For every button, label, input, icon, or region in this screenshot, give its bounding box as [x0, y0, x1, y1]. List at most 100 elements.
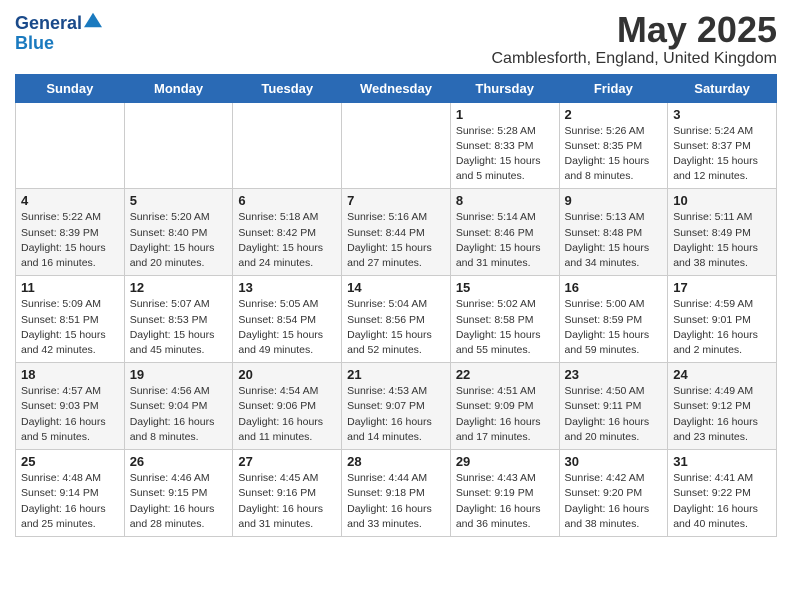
- calendar-cell: 7 Sunrise: 5:16 AMSunset: 8:44 PMDaylight…: [342, 189, 451, 276]
- day-number: 12: [130, 280, 228, 295]
- calendar-cell: 17 Sunrise: 4:59 AMSunset: 9:01 PMDayligh…: [668, 276, 777, 363]
- calendar-header-thursday: Thursday: [450, 74, 559, 102]
- calendar-cell: 9Sunrise: 5:13 AMSunset: 8:48 PMDaylight…: [559, 189, 668, 276]
- day-info: Sunrise: 5:14 AMSunset: 8:46 PMDaylight:…: [456, 210, 554, 271]
- day-info: Sunrise: 4:42 AMSunset: 9:20 PMDaylight:…: [565, 471, 663, 532]
- day-info: Sunrise: 4:49 AMSunset: 9:12 PMDaylight:…: [673, 384, 771, 445]
- day-info: Sunrise: 4:43 AMSunset: 9:19 PMDaylight:…: [456, 471, 554, 532]
- calendar-cell: 11 Sunrise: 5:09 AMSunset: 8:51 PMDayligh…: [16, 276, 125, 363]
- day-info: Sunrise: 4:57 AMSunset: 9:03 PMDaylight:…: [21, 384, 119, 445]
- day-info: Sunrise: 5:02 AMSunset: 8:58 PMDaylight:…: [456, 297, 554, 358]
- calendar-week-3: 11 Sunrise: 5:09 AMSunset: 8:51 PMDayligh…: [16, 276, 777, 363]
- calendar-cell: 31 Sunrise: 4:41 AMSunset: 9:22 PMDayligh…: [668, 450, 777, 537]
- day-info: Sunrise: 4:44 AMSunset: 9:18 PMDaylight:…: [347, 471, 445, 532]
- calendar-week-2: 4 Sunrise: 5:22 AMSunset: 8:39 PMDaylight…: [16, 189, 777, 276]
- day-number: 30: [565, 454, 663, 469]
- day-number: 24: [673, 367, 771, 382]
- day-number: 3: [673, 107, 771, 122]
- day-info: Sunrise: 4:50 AMSunset: 9:11 PMDaylight:…: [565, 384, 663, 445]
- day-info: Sunrise: 4:53 AMSunset: 9:07 PMDaylight:…: [347, 384, 445, 445]
- day-info: Sunrise: 4:56 AMSunset: 9:04 PMDaylight:…: [130, 384, 228, 445]
- day-number: 20: [238, 367, 336, 382]
- day-number: 19: [130, 367, 228, 382]
- calendar-header-monday: Monday: [124, 74, 233, 102]
- day-number: 27: [238, 454, 336, 469]
- month-title: May 2025: [492, 10, 778, 50]
- calendar-cell: 29 Sunrise: 4:43 AMSunset: 9:19 PMDayligh…: [450, 450, 559, 537]
- day-info: Sunrise: 5:28 AMSunset: 8:33 PMDaylight:…: [456, 124, 554, 185]
- calendar-week-1: 1 Sunrise: 5:28 AMSunset: 8:33 PMDaylight…: [16, 102, 777, 189]
- logo: General Blue: [15, 14, 102, 54]
- calendar-cell: 27 Sunrise: 4:45 AMSunset: 9:16 PMDayligh…: [233, 450, 342, 537]
- day-number: 8: [456, 193, 554, 208]
- day-number: 15: [456, 280, 554, 295]
- day-number: 29: [456, 454, 554, 469]
- calendar-cell: 26Sunrise: 4:46 AMSunset: 9:15 PMDayligh…: [124, 450, 233, 537]
- calendar-cell: 13 Sunrise: 5:05 AMSunset: 8:54 PMDayligh…: [233, 276, 342, 363]
- day-number: 31: [673, 454, 771, 469]
- day-info: Sunrise: 4:48 AMSunset: 9:14 PMDaylight:…: [21, 471, 119, 532]
- calendar-cell: 2 Sunrise: 5:26 AMSunset: 8:35 PMDaylight…: [559, 102, 668, 189]
- day-info: Sunrise: 5:05 AMSunset: 8:54 PMDaylight:…: [238, 297, 336, 358]
- calendar-cell: 14 Sunrise: 5:04 AMSunset: 8:56 PMDayligh…: [342, 276, 451, 363]
- day-number: 17: [673, 280, 771, 295]
- day-info: Sunrise: 5:22 AMSunset: 8:39 PMDaylight:…: [21, 210, 119, 271]
- day-number: 2: [565, 107, 663, 122]
- day-number: 6: [238, 193, 336, 208]
- calendar-cell: [342, 102, 451, 189]
- day-number: 4: [21, 193, 119, 208]
- calendar-body: 1 Sunrise: 5:28 AMSunset: 8:33 PMDaylight…: [16, 102, 777, 536]
- calendar-header-friday: Friday: [559, 74, 668, 102]
- day-info: Sunrise: 5:26 AMSunset: 8:35 PMDaylight:…: [565, 124, 663, 185]
- day-info: Sunrise: 4:46 AMSunset: 9:15 PMDaylight:…: [130, 471, 228, 532]
- day-number: 22: [456, 367, 554, 382]
- calendar-cell: 21Sunrise: 4:53 AMSunset: 9:07 PMDayligh…: [342, 363, 451, 450]
- day-number: 13: [238, 280, 336, 295]
- day-info: Sunrise: 5:16 AMSunset: 8:44 PMDaylight:…: [347, 210, 445, 271]
- calendar-cell: 30 Sunrise: 4:42 AMSunset: 9:20 PMDayligh…: [559, 450, 668, 537]
- calendar-cell: [16, 102, 125, 189]
- calendar-cell: 3Sunrise: 5:24 AMSunset: 8:37 PMDaylight…: [668, 102, 777, 189]
- day-number: 18: [21, 367, 119, 382]
- day-number: 25: [21, 454, 119, 469]
- day-number: 23: [565, 367, 663, 382]
- calendar-header-row: SundayMondayTuesdayWednesdayThursdayFrid…: [16, 74, 777, 102]
- day-number: 10: [673, 193, 771, 208]
- day-info: Sunrise: 4:54 AMSunset: 9:06 PMDaylight:…: [238, 384, 336, 445]
- calendar-cell: 16 Sunrise: 5:00 AMSunset: 8:59 PMDayligh…: [559, 276, 668, 363]
- day-info: Sunrise: 5:04 AMSunset: 8:56 PMDaylight:…: [347, 297, 445, 358]
- day-number: 14: [347, 280, 445, 295]
- day-info: Sunrise: 5:00 AMSunset: 8:59 PMDaylight:…: [565, 297, 663, 358]
- day-info: Sunrise: 4:59 AMSunset: 9:01 PMDaylight:…: [673, 297, 771, 358]
- calendar-cell: 5Sunrise: 5:20 AMSunset: 8:40 PMDaylight…: [124, 189, 233, 276]
- day-number: 1: [456, 107, 554, 122]
- location-title: Camblesforth, England, United Kingdom: [492, 50, 778, 68]
- day-info: Sunrise: 4:45 AMSunset: 9:16 PMDaylight:…: [238, 471, 336, 532]
- calendar-cell: 18 Sunrise: 4:57 AMSunset: 9:03 PMDayligh…: [16, 363, 125, 450]
- header: General Blue May 2025 Camblesforth, Engl…: [15, 10, 777, 68]
- calendar-cell: 20 Sunrise: 4:54 AMSunset: 9:06 PMDayligh…: [233, 363, 342, 450]
- day-info: Sunrise: 5:18 AMSunset: 8:42 PMDaylight:…: [238, 210, 336, 271]
- calendar-cell: 10 Sunrise: 5:11 AMSunset: 8:49 PMDayligh…: [668, 189, 777, 276]
- day-info: Sunrise: 4:41 AMSunset: 9:22 PMDaylight:…: [673, 471, 771, 532]
- calendar-cell: 8 Sunrise: 5:14 AMSunset: 8:46 PMDaylight…: [450, 189, 559, 276]
- day-info: Sunrise: 5:20 AMSunset: 8:40 PMDaylight:…: [130, 210, 228, 271]
- calendar-header-sunday: Sunday: [16, 74, 125, 102]
- calendar-header-saturday: Saturday: [668, 74, 777, 102]
- calendar-cell: 6 Sunrise: 5:18 AMSunset: 8:42 PMDaylight…: [233, 189, 342, 276]
- calendar-cell: [124, 102, 233, 189]
- day-number: 16: [565, 280, 663, 295]
- title-block: May 2025 Camblesforth, England, United K…: [492, 10, 778, 68]
- day-info: Sunrise: 5:07 AMSunset: 8:53 PMDaylight:…: [130, 297, 228, 358]
- day-info: Sunrise: 5:11 AMSunset: 8:49 PMDaylight:…: [673, 210, 771, 271]
- logo-icon: [84, 11, 102, 29]
- calendar-table: SundayMondayTuesdayWednesdayThursdayFrid…: [15, 74, 777, 537]
- day-info: Sunrise: 5:09 AMSunset: 8:51 PMDaylight:…: [21, 297, 119, 358]
- calendar-header-tuesday: Tuesday: [233, 74, 342, 102]
- day-number: 7: [347, 193, 445, 208]
- calendar-cell: 15 Sunrise: 5:02 AMSunset: 8:58 PMDayligh…: [450, 276, 559, 363]
- calendar-cell: [233, 102, 342, 189]
- day-number: 11: [21, 280, 119, 295]
- calendar-cell: 28Sunrise: 4:44 AMSunset: 9:18 PMDayligh…: [342, 450, 451, 537]
- calendar-cell: 4 Sunrise: 5:22 AMSunset: 8:39 PMDaylight…: [16, 189, 125, 276]
